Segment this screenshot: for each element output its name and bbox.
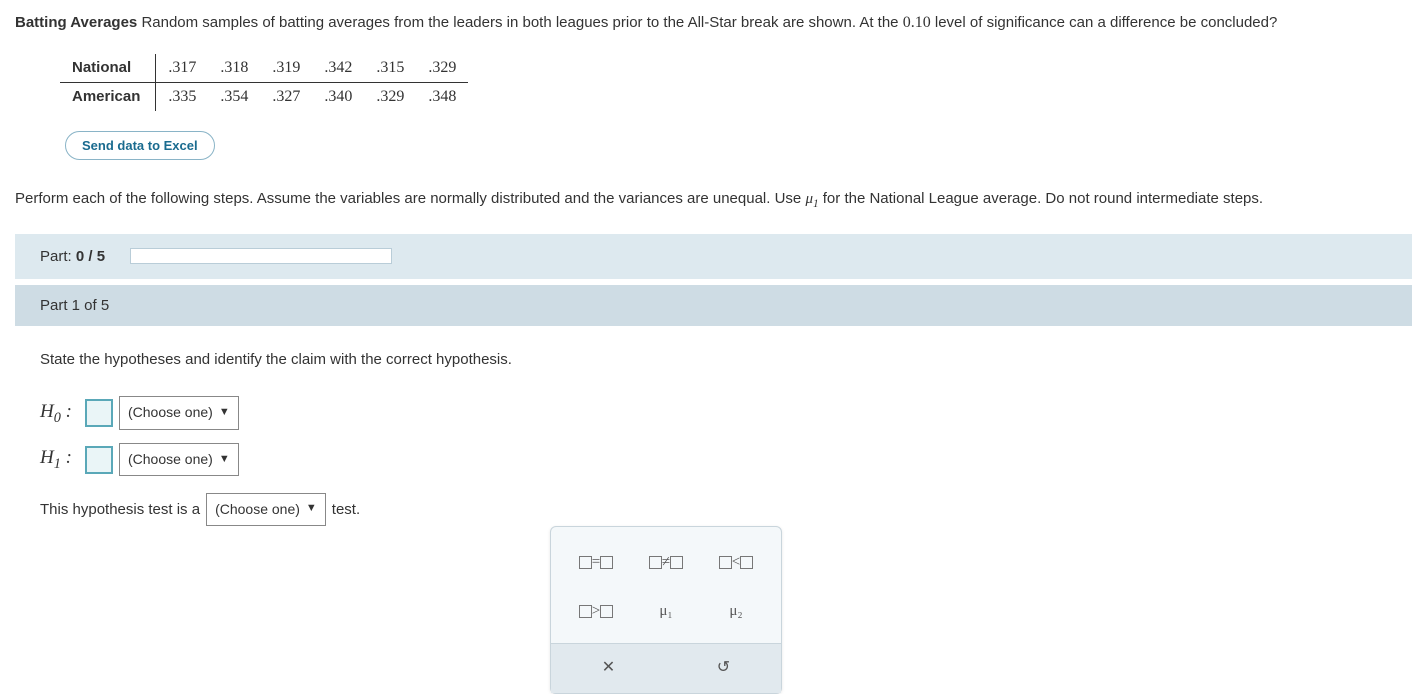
dropdown-label: (Choose one): [215, 497, 300, 522]
data-cell: .340: [312, 82, 364, 111]
problem-title: Batting Averages: [15, 14, 137, 31]
send-to-excel-button[interactable]: Send data to Excel: [65, 131, 215, 160]
h1-row: H1 : (Choose one): [40, 441, 1387, 477]
symbol-palette: = ≠ < > μ₁ μ₂ ✕ ↺: [550, 526, 782, 694]
part-1-body: State the hypotheses and identify the cl…: [15, 326, 1412, 546]
palette-mu1[interactable]: μ₁: [659, 598, 672, 625]
send-to-excel-label: Send data to Excel: [82, 138, 198, 153]
sentence-part-2: test.: [332, 496, 360, 523]
sentence-part-1: This hypothesis test is a: [40, 496, 200, 523]
data-cell: .319: [260, 54, 312, 83]
palette-clear-icon[interactable]: ✕: [602, 654, 615, 683]
dropdown-label: (Choose one): [128, 447, 213, 472]
mu-symbol: μ1: [805, 191, 818, 207]
instructions-text-2: for the National League average. Do not …: [823, 190, 1263, 207]
row-label-american: American: [60, 82, 156, 111]
palette-reset-icon[interactable]: ↺: [717, 654, 730, 683]
table-row: American .335 .354 .327 .340 .329 .348: [60, 82, 468, 111]
h0-answer-input[interactable]: [85, 399, 113, 427]
data-cell: .317: [156, 54, 209, 83]
palette-less-than[interactable]: <: [719, 549, 753, 576]
h1-claim-dropdown[interactable]: (Choose one): [119, 443, 239, 476]
h1-label: H1 :: [40, 441, 85, 477]
instructions: Perform each of the following steps. Ass…: [15, 185, 1412, 214]
h0-label: H0 :: [40, 395, 85, 431]
h0-claim-dropdown[interactable]: (Choose one): [119, 396, 239, 429]
palette-greater-than[interactable]: >: [579, 598, 613, 625]
data-cell: .327: [260, 82, 312, 111]
alpha-level: 0.10: [903, 14, 931, 31]
palette-mu2[interactable]: μ₂: [729, 598, 742, 625]
problem-text-2: level of significance can a difference b…: [935, 14, 1277, 31]
part-1-header: Part 1 of 5: [15, 285, 1412, 326]
data-cell: .318: [208, 54, 260, 83]
h1-answer-input[interactable]: [85, 446, 113, 474]
palette-equals[interactable]: =: [579, 549, 613, 576]
table-row: National .317 .318 .319 .342 .315 .329: [60, 54, 468, 83]
progress-bar: [130, 248, 392, 264]
data-cell: .342: [312, 54, 364, 83]
problem-text-1: Random samples of batting averages from …: [141, 14, 898, 31]
data-cell: .354: [208, 82, 260, 111]
dropdown-label: (Choose one): [128, 400, 213, 425]
data-table: National .317 .318 .319 .342 .315 .329 A…: [60, 54, 468, 111]
row-label-national: National: [60, 54, 156, 83]
progress-section: Part: 0 / 5: [15, 234, 1412, 279]
instructions-text-1: Perform each of the following steps. Ass…: [15, 190, 801, 207]
data-cell: .315: [364, 54, 416, 83]
data-cell: .348: [416, 82, 468, 111]
test-type-sentence: This hypothesis test is a (Choose one) t…: [40, 493, 1387, 526]
problem-statement: Batting Averages Random samples of batti…: [15, 10, 1412, 36]
part-1-header-label: Part 1 of 5: [40, 297, 109, 314]
data-cell: .329: [364, 82, 416, 111]
progress-label: Part: 0 / 5: [40, 248, 105, 265]
h0-row: H0 : (Choose one): [40, 395, 1387, 431]
palette-not-equals[interactable]: ≠: [649, 549, 683, 576]
part-1-prompt: State the hypotheses and identify the cl…: [40, 346, 1387, 373]
data-cell: .329: [416, 54, 468, 83]
data-cell: .335: [156, 82, 209, 111]
test-type-dropdown[interactable]: (Choose one): [206, 493, 326, 526]
